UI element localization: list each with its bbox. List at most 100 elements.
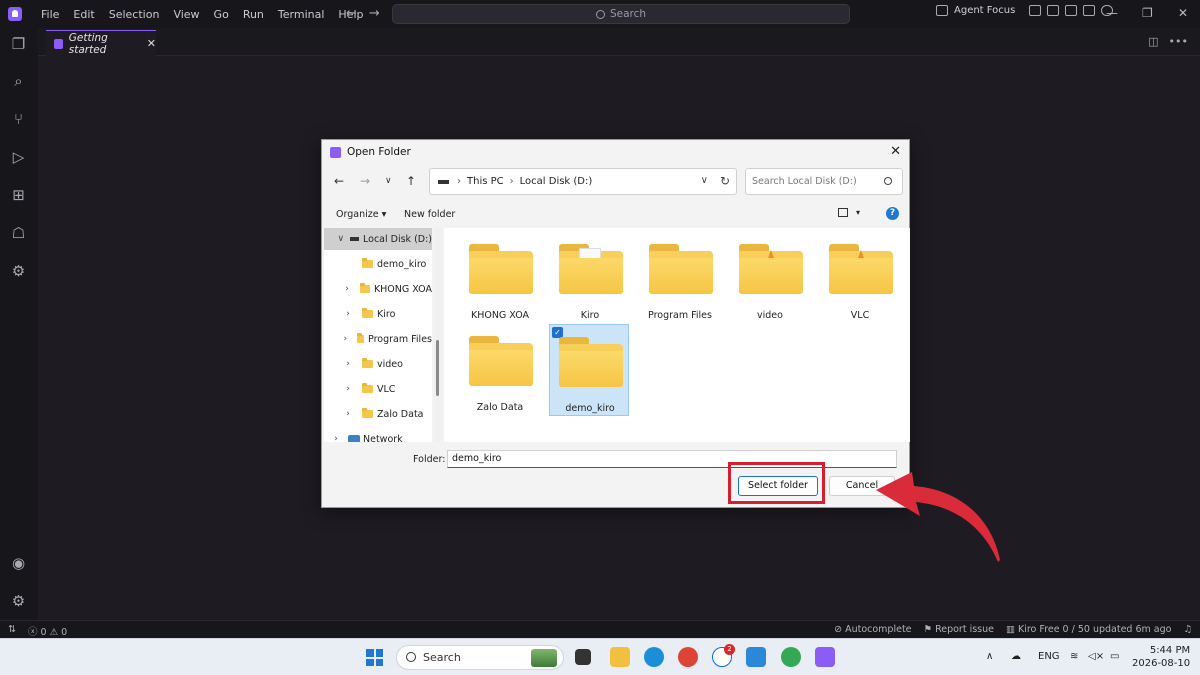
editor-tab-bar: Getting started ✕ ◫ ••• [38,28,1200,56]
view-options-icon[interactable] [838,208,848,217]
nav-item-video[interactable]: › video [324,353,432,375]
folder-video[interactable]: video [730,238,810,330]
chrome-profile-icon[interactable] [781,647,801,667]
nav-item-zalo-data[interactable]: › Zalo Data [324,403,432,425]
kiro-taskbar-icon[interactable] [815,647,835,667]
close-window-icon[interactable]: ✕ [1178,6,1188,20]
folder-kiro[interactable]: Kiro [550,238,630,330]
back-arrow-icon[interactable]: ← [346,6,357,21]
recent-locations-chevron-icon[interactable]: ∨ [385,176,392,186]
forward-arrow-icon[interactable]: → [369,6,380,21]
tray-overflow-icon[interactable]: ∧ [986,651,993,662]
toggle-sidebar-icon[interactable] [1047,5,1060,16]
nav-item-program-files[interactable]: › Program Files [324,328,432,350]
explorer-icon[interactable]: ❐ [10,36,27,53]
forward-arrow-icon[interactable]: → [360,174,370,188]
chevron-down-icon[interactable]: ∨ [334,234,348,244]
wifi-icon[interactable]: ≋ [1070,651,1078,662]
problems-indicator[interactable]: ⓧ 0 ⚠ 0 [28,624,67,638]
taskbar-search[interactable]: Search [396,645,564,670]
extensions-icon[interactable]: ⊞ [10,187,27,204]
settings-gear-icon[interactable]: ⚙ [10,593,27,610]
restore-icon[interactable]: ❐ [1142,6,1153,20]
notifications-bell-icon[interactable]: ♫ [1183,624,1192,635]
nav-item-network[interactable]: › Network [324,428,432,442]
language-indicator[interactable]: ENG [1038,651,1060,662]
breadcrumb-this-pc[interactable]: This PC [467,176,504,187]
toggle-panel-icon[interactable] [1065,5,1078,16]
navigation-scrollbar[interactable] [434,228,442,442]
chevron-right-icon[interactable]: › [340,359,356,369]
plan-status[interactable]: ▥ Kiro Free 0 / 50 updated 6m ago [1006,624,1171,635]
remote-icon[interactable]: ⇅ [8,624,16,638]
report-issue-link[interactable]: ⚑ Report issue [924,624,994,635]
edge-icon[interactable] [644,647,664,667]
chevron-right-icon[interactable]: › [340,284,354,294]
organize-button[interactable]: Organize ▾ [336,209,386,220]
address-dropdown-icon[interactable]: ∨ [701,175,708,186]
command-search[interactable]: Search [392,4,850,24]
account-icon[interactable]: ◉ [10,555,27,572]
back-arrow-icon[interactable]: ← [334,174,344,188]
folder-program-files[interactable]: Program Files [640,238,720,330]
run-debug-icon[interactable]: ▷ [10,149,27,166]
folder-name-input[interactable]: demo_kiro [447,450,897,468]
chrome-icon[interactable] [678,647,698,667]
up-arrow-icon[interactable]: ↑ [406,174,416,188]
clock[interactable]: 5:44 PM 2026-08-10 [1132,644,1190,670]
tab-getting-started[interactable]: Getting started ✕ [46,30,156,56]
menu-terminal[interactable]: Terminal [271,8,332,21]
kiro-ghost-icon[interactable]: ☖ [10,225,27,242]
file-explorer-icon[interactable] [610,647,630,667]
search-icon [595,9,605,19]
folder-vlc[interactable]: VLC [820,238,900,330]
split-editor-icon[interactable]: ◫ [1148,35,1158,48]
agent-focus-button[interactable]: Agent Focus [954,5,1015,16]
app-icon[interactable] [746,647,766,667]
nav-item-label: video [377,358,403,370]
view-dropdown-icon[interactable]: ▾ [856,208,860,217]
search-local-disk-input[interactable]: Search Local Disk (D:) [745,168,903,195]
search-icon[interactable]: ⌕ [10,73,27,90]
nav-item-kiro[interactable]: › Kiro [324,303,432,325]
onedrive-icon[interactable]: ☁ [1011,651,1021,662]
nav-item-demo-kiro[interactable]: demo_kiro [324,253,432,275]
battery-icon[interactable]: ▭ [1110,651,1119,662]
folder-demo-kiro[interactable]: ✓ demo_kiro [549,324,629,416]
minimize-icon[interactable]: — [1106,6,1118,20]
breadcrumb[interactable]: › This PC › Local Disk (D:) ∨ ↻ [429,168,737,195]
folder-zalo-data[interactable]: Zalo Data [460,330,540,422]
chevron-right-icon[interactable]: › [340,309,356,319]
nav-item-khong-xoa[interactable]: › KHONG XOA [324,278,432,300]
more-actions-icon[interactable]: ••• [1169,35,1188,48]
help-icon[interactable]: ? [886,207,899,220]
menu-view[interactable]: View [166,8,206,21]
menu-selection[interactable]: Selection [102,8,167,21]
task-view-icon[interactable] [575,649,591,665]
source-control-icon[interactable]: ⑂ [10,111,27,128]
breadcrumb-local-disk[interactable]: Local Disk (D:) [520,176,593,187]
nav-item-local-disk[interactable]: ∨ Local Disk (D:) [324,228,432,250]
nav-item-vlc[interactable]: › VLC [324,378,432,400]
autocomplete-status[interactable]: ⊘ Autocomplete [834,624,911,635]
scrollbar-thumb[interactable] [436,340,439,396]
windows-start-icon[interactable] [366,649,383,666]
chevron-right-icon[interactable]: › [340,409,356,419]
menu-run[interactable]: Run [236,8,271,21]
new-folder-button[interactable]: New folder [404,209,455,220]
chevron-right-icon[interactable]: › [340,334,351,344]
chevron-right-icon[interactable]: › [328,434,344,442]
mcp-icon[interactable]: ⚙ [10,263,27,280]
kiro-logo-icon [330,146,341,158]
folder-khong-xoa[interactable]: KHONG XOA [460,238,540,330]
menu-go[interactable]: Go [207,8,236,21]
menu-edit[interactable]: Edit [66,8,101,21]
close-tab-icon[interactable]: ✕ [147,37,156,50]
chevron-right-icon[interactable]: › [340,384,356,394]
dialog-close-icon[interactable]: ✕ [890,144,901,159]
menu-file[interactable]: File [34,8,66,21]
refresh-icon[interactable]: ↻ [720,174,730,188]
toggle-secondary-sidebar-icon[interactable] [1083,5,1096,16]
layout-icon[interactable] [1029,5,1042,16]
speaker-muted-icon[interactable]: ◁× [1088,651,1104,662]
